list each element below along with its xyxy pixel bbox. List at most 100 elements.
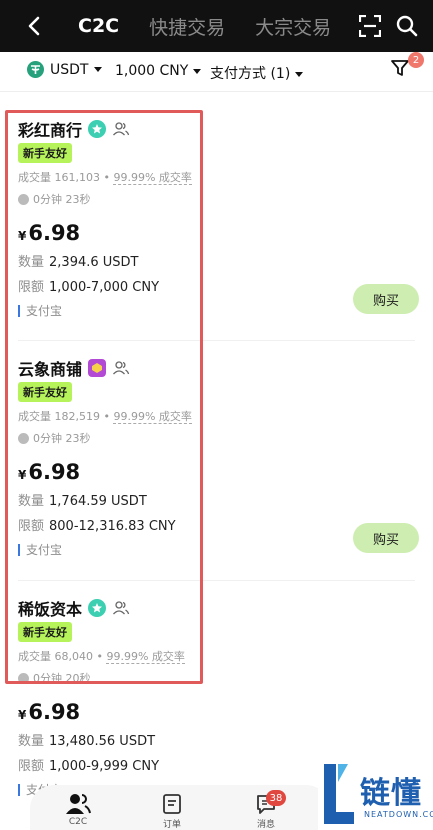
payment-method-name: 支付宝	[26, 304, 63, 318]
trade-volume: 成交量 182,519	[18, 410, 100, 423]
usdt-coin-icon	[27, 61, 44, 78]
nav-c2c[interactable]: C2C	[58, 793, 98, 830]
payment-method-name: 支付宝	[26, 543, 63, 557]
listing-divider	[18, 340, 415, 341]
price: ¥6.98	[18, 221, 418, 245]
payment-time: 0分钟 23秒	[33, 432, 91, 445]
filter-bar: USDT 1,000 CNY 支付方式 (1)	[0, 52, 433, 92]
user-group-icon	[113, 361, 130, 375]
nav-orders[interactable]: 订单	[152, 793, 192, 830]
clock-icon	[18, 672, 29, 684]
buy-button[interactable]: 购买	[353, 523, 419, 553]
price-value: 6.98	[28, 460, 81, 484]
limit-value: 800-12,316.83 CNY	[49, 519, 176, 534]
quantity-row: 数量 1,764.59 USDT	[18, 490, 418, 509]
watermark-logo: 链懂 NEATDOWN.COM	[318, 760, 433, 830]
price-value: 6.98	[28, 700, 81, 724]
price: ¥6.98	[18, 700, 418, 724]
clock-icon	[18, 193, 29, 205]
user-group-icon	[66, 794, 91, 814]
trade-mode-tabs: C2C 快捷交易 大宗交易	[78, 0, 331, 52]
message-count-badge: 38	[266, 790, 286, 806]
nav-label: C2C	[68, 817, 88, 827]
quantity-label: 数量	[18, 494, 45, 509]
order-icon	[163, 794, 181, 814]
limit-label: 限额	[18, 759, 45, 774]
chevron-down-icon	[94, 67, 103, 72]
payment-timer: 0分钟 20秒	[18, 670, 418, 686]
currency-symbol: ¥	[18, 708, 27, 722]
quantity-value: 13,480.56 USDT	[49, 734, 156, 749]
payment-method-label: 支付方式 (1)	[210, 66, 291, 82]
amount-selector[interactable]: 1,000 CNY	[115, 63, 202, 79]
listing-divider	[18, 580, 415, 581]
payment-indicator	[18, 543, 20, 556]
payment-indicator	[18, 304, 20, 317]
clock-icon	[18, 432, 29, 444]
newbie-friendly-tag: 新手友好	[18, 622, 72, 642]
verified-merchant-icon	[88, 599, 107, 617]
payment-time: 0分钟 23秒	[33, 193, 91, 206]
scan-icon	[359, 15, 381, 37]
trade-volume: 成交量 68,040	[18, 650, 93, 663]
price: ¥6.98	[18, 460, 418, 484]
merchant-name[interactable]: 云象商铺	[18, 356, 82, 380]
nav-label: 消息	[256, 820, 275, 830]
tab-c2c[interactable]: C2C	[78, 15, 119, 37]
currency-symbol: ¥	[18, 468, 27, 482]
payment-timer: 0分钟 23秒	[18, 191, 418, 207]
merchant-name[interactable]: 稀饭资本	[18, 596, 82, 620]
payment-time: 0分钟 20秒	[33, 672, 91, 685]
quantity-label: 数量	[18, 734, 45, 749]
scan-button[interactable]	[356, 12, 384, 40]
completion-rate[interactable]: 99.99% 成交率	[106, 650, 185, 664]
coin-label: USDT	[50, 61, 89, 78]
search-button[interactable]	[393, 12, 421, 40]
currency-symbol: ¥	[18, 229, 27, 243]
verified-merchant-icon	[88, 120, 107, 138]
trade-stats: 成交量 161,103 • 99.99% 成交率	[18, 171, 192, 185]
user-group-icon	[113, 122, 130, 136]
user-group-icon	[113, 601, 130, 615]
price-value: 6.98	[28, 221, 81, 245]
buy-button[interactable]: 购买	[353, 284, 419, 314]
back-button[interactable]	[20, 12, 48, 40]
limit-value: 1,000-9,999 CNY	[49, 759, 160, 774]
amount-label: 1,000 CNY	[115, 63, 189, 79]
tab-block-trade[interactable]: 大宗交易	[255, 13, 331, 40]
trade-volume: 成交量 161,103	[18, 171, 100, 184]
newbie-friendly-tag: 新手友好	[18, 143, 72, 163]
nav-label: 订单	[162, 820, 181, 830]
quantity-row: 数量 13,480.56 USDT	[18, 730, 418, 749]
funnel-icon	[391, 60, 409, 76]
limit-value: 1,000-7,000 CNY	[49, 280, 160, 295]
tab-quick-trade[interactable]: 快捷交易	[149, 13, 225, 40]
bottom-navigation: C2C 订单 消息	[30, 785, 330, 830]
quantity-label: 数量	[18, 255, 45, 270]
watermark-text: 链懂	[360, 776, 422, 811]
trade-stats: 成交量 68,040 • 99.99% 成交率	[18, 650, 185, 664]
watermark-subtext: NEATDOWN.COM	[364, 810, 433, 819]
coin-selector[interactable]: USDT	[27, 61, 103, 78]
chevron-down-icon	[193, 68, 202, 74]
search-icon	[396, 15, 418, 37]
limit-label: 限额	[18, 519, 45, 534]
newbie-friendly-tag: 新手友好	[18, 382, 72, 402]
quantity-row: 数量 2,394.6 USDT	[18, 251, 418, 270]
limit-label: 限额	[18, 280, 45, 295]
filter-count-badge: 2	[408, 52, 424, 68]
completion-rate[interactable]: 99.99% 成交率	[113, 171, 192, 185]
top-header: C2C 快捷交易 大宗交易	[0, 0, 433, 52]
merchant-name[interactable]: 彩红商行	[18, 117, 82, 141]
quantity-value: 2,394.6 USDT	[49, 255, 139, 270]
chevron-down-icon	[295, 71, 304, 77]
trade-stats: 成交量 182,519 • 99.99% 成交率	[18, 410, 192, 424]
payment-indicator	[18, 783, 20, 796]
quantity-value: 1,764.59 USDT	[49, 494, 147, 509]
completion-rate[interactable]: 99.99% 成交率	[113, 410, 192, 424]
diamond-merchant-icon	[88, 359, 107, 377]
chevron-left-icon	[28, 16, 40, 36]
payment-timer: 0分钟 23秒	[18, 430, 418, 446]
payment-method-selector[interactable]: 支付方式 (1)	[210, 63, 304, 83]
logo-icon	[324, 764, 354, 824]
